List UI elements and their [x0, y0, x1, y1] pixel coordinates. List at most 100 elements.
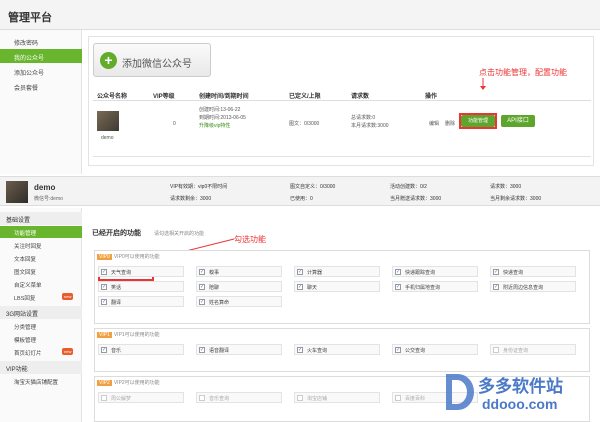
checkbox[interactable]: ✓ — [493, 269, 499, 275]
sidebar-group-3g: 3G网站设置 — [0, 306, 82, 319]
checkbox[interactable]: ✓ — [101, 269, 107, 275]
function-label: 计算器 — [307, 270, 323, 276]
edit-link[interactable]: 编辑 — [429, 121, 439, 128]
d-logo-icon — [446, 374, 474, 410]
sidebar-item-function-manage[interactable]: 功能管理 — [0, 226, 82, 238]
sidebar-group-basic: 基础设置 — [0, 212, 82, 225]
function-label: 快递查询 — [503, 270, 524, 276]
checkbox — [199, 395, 205, 401]
profile-wechat-id: 微信号:demo — [34, 196, 63, 202]
function-label: 陪聊 — [209, 285, 220, 291]
function-label: 糗事 — [209, 270, 220, 276]
function-checkbox-item[interactable]: ✓ 公交查询 — [392, 344, 478, 355]
function-checkbox-item: 淘宝店铺 — [294, 392, 380, 403]
delete-link[interactable]: 删除 — [445, 121, 455, 128]
checkbox[interactable]: ✓ — [199, 269, 205, 275]
checkbox[interactable]: ✓ — [297, 347, 303, 353]
add-wechat-account-button[interactable]: + 添加微信公众号 — [93, 43, 211, 77]
table-header: 公众号名称 VIP等级 创建时间/到期时间 已定义/上限 请求数 操作 — [93, 89, 591, 101]
checkbox — [395, 395, 401, 401]
function-label: 火车查询 — [307, 348, 328, 354]
sidebar-item-member-plans[interactable]: 会员套餐 — [0, 79, 82, 93]
function-checkbox-item[interactable]: ✓ 计算器 — [294, 266, 380, 277]
vip-tag: VIP1 — [97, 332, 112, 338]
function-checkbox-item[interactable]: ✓ 笑话 — [98, 281, 184, 292]
function-checkbox-item[interactable]: ✓ 快递查询 — [490, 266, 576, 277]
checkbox[interactable]: ✓ — [101, 284, 107, 290]
watermark-brand: 多多软件站 — [478, 377, 563, 396]
checkbox[interactable]: ✓ — [101, 299, 107, 305]
checkbox[interactable]: ✓ — [101, 347, 107, 353]
function-checkbox-item[interactable]: ✓ 快递跟踪查询 — [392, 266, 478, 277]
function-label: 百度百科 — [405, 396, 426, 402]
sidebar-item-add-account[interactable]: 添加公众号 — [0, 64, 82, 78]
function-label: 快递跟踪查询 — [405, 270, 436, 276]
sidebar-item-change-password[interactable]: 修改密码 — [0, 34, 82, 48]
highlight-box — [459, 113, 497, 129]
new-badge: new — [62, 293, 74, 300]
profile-name: demo — [34, 183, 56, 192]
function-checkbox-item[interactable]: ✓ 陪聊 — [196, 281, 282, 292]
watermark-url: ddooo.com — [482, 396, 558, 412]
checkbox[interactable]: ✓ — [395, 284, 401, 290]
function-label: 语音翻译 — [209, 348, 230, 354]
sidebar-item-category-manage[interactable]: 分类管理 — [0, 320, 82, 332]
function-label: 周公解梦 — [111, 396, 132, 402]
profile-avatar — [6, 181, 28, 203]
function-label: 手机归属地查询 — [405, 285, 441, 291]
function-checkbox-item[interactable]: ✓ 翻译 — [98, 296, 184, 307]
checkbox[interactable]: ✓ — [297, 284, 303, 290]
sidebar-group-vip: VIP功能 — [0, 361, 82, 374]
profile-bar: demo 微信号:demo VIP有效期：vip0不限时间 请求数剩余：3000… — [0, 176, 600, 206]
checkbox[interactable]: ✓ — [493, 284, 499, 290]
function-label: 身份证查询 — [503, 348, 529, 354]
vip-tag: VIP2 — [97, 380, 112, 386]
function-checkbox-item: 周公解梦 — [98, 392, 184, 403]
function-checkbox-item[interactable]: ✓ 语音翻译 — [196, 344, 282, 355]
function-checkbox-item[interactable]: ✓ 姓名算命 — [196, 296, 282, 307]
api-interface-button[interactable]: API接口 — [501, 115, 535, 127]
top-bar: 管理平台 — [0, 0, 600, 30]
sidebar-item-custom-menu[interactable]: 自定义菜单 — [0, 278, 82, 290]
sidebar-item-taobao-config[interactable]: 淘宝天猫店铺配置 — [0, 375, 82, 387]
account-avatar — [97, 111, 119, 131]
function-label: 笑话 — [111, 285, 122, 291]
account-sidebar: 修改密码 我的公众号 添加公众号 会员套餐 — [0, 30, 82, 174]
sidebar-item-text-reply[interactable]: 文本回复 — [0, 252, 82, 264]
sidebar-item-template-manage[interactable]: 模板管理 — [0, 333, 82, 345]
upgrade-link[interactable]: 升降级vip特性 — [199, 123, 230, 130]
feature-sidebar: 基础设置 功能管理 关注时回复 文本回复 图文回复 自定义菜单 LBS回复 new… — [0, 208, 82, 422]
function-label: 姓名算命 — [209, 300, 230, 306]
function-checkbox-item: 身份证查询 — [490, 344, 576, 355]
sidebar-item-follow-reply[interactable]: 关注时回复 — [0, 239, 82, 251]
function-checkbox-item[interactable]: ✓ 手机归属地查询 — [392, 281, 478, 292]
checkbox[interactable]: ✓ — [199, 347, 205, 353]
sidebar-item-my-accounts[interactable]: 我的公众号 — [0, 49, 82, 63]
checkbox — [297, 395, 303, 401]
checkbox[interactable]: ✓ — [395, 269, 401, 275]
new-badge: new — [62, 348, 74, 355]
function-label: 翻译 — [111, 300, 122, 306]
function-label: 淘宝店铺 — [307, 396, 328, 402]
sidebar-item-lbs-reply[interactable]: LBS回复 new — [0, 291, 82, 303]
checkbox[interactable]: ✓ — [297, 269, 303, 275]
account-list-panel: + 添加微信公众号 点击功能管理，配置功能 公众号名称 VIP等级 创建时间/到… — [88, 36, 594, 166]
function-checkbox-item[interactable]: ✓ 火车查询 — [294, 344, 380, 355]
function-checkbox-item[interactable]: ✓ 天气查询 — [98, 266, 184, 277]
checkbox — [493, 347, 499, 353]
checkbox[interactable]: ✓ — [199, 299, 205, 305]
function-label: 天气查询 — [111, 270, 132, 276]
sidebar-item-slideshow[interactable]: 首页幻灯片 new — [0, 346, 82, 358]
function-checkbox-item[interactable]: ✓ 附近周边信息查询 — [490, 281, 576, 292]
checkbox[interactable]: ✓ — [199, 284, 205, 290]
watermark: 多多软件站 ddooo.com — [442, 368, 592, 418]
function-checkbox-item[interactable]: ✓ 音乐 — [98, 344, 184, 355]
function-checkbox-item[interactable]: ✓ 糗事 — [196, 266, 282, 277]
function-checkbox-item: 音乐查询 — [196, 392, 282, 403]
function-label: 公交查询 — [405, 348, 426, 354]
function-checkbox-item[interactable]: ✓ 聊天 — [294, 281, 380, 292]
sidebar-item-news-reply[interactable]: 图文回复 — [0, 265, 82, 277]
function-label: 音乐查询 — [209, 396, 230, 402]
plus-icon: + — [100, 52, 117, 69]
checkbox[interactable]: ✓ — [395, 347, 401, 353]
